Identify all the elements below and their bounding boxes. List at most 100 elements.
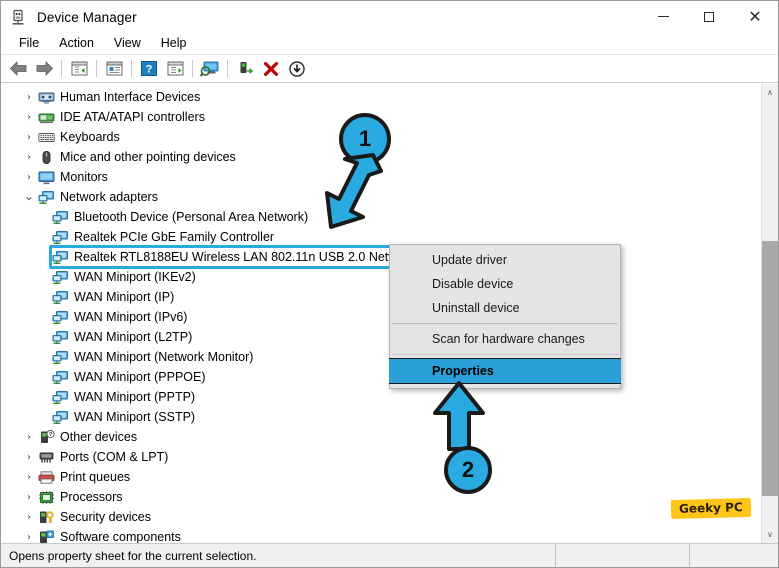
close-button[interactable]: ✕ bbox=[732, 1, 778, 33]
ctx-scan-hardware[interactable]: Scan for hardware changes bbox=[390, 327, 620, 351]
tree-row-label: Software components bbox=[60, 530, 181, 543]
forward-icon[interactable] bbox=[31, 57, 57, 81]
scroll-down-icon[interactable]: ∨ bbox=[762, 526, 778, 543]
window-title: Device Manager bbox=[37, 9, 137, 25]
minimize-button[interactable] bbox=[640, 1, 686, 33]
status-bar: Opens property sheet for the current sel… bbox=[1, 543, 778, 567]
menu-bar: File Action View Help bbox=[1, 33, 778, 55]
tree-row[interactable]: › Security devices bbox=[1, 507, 761, 527]
tree-row-label: WAN Miniport (PPTP) bbox=[74, 390, 196, 404]
tree-row-label: Network adapters bbox=[60, 190, 158, 204]
scan-hardware-icon[interactable] bbox=[197, 57, 223, 81]
help-icon[interactable]: ? bbox=[136, 57, 162, 81]
chevron-right-icon[interactable]: › bbox=[21, 132, 37, 143]
network-adapter-icon bbox=[51, 389, 69, 405]
scrollbar-track[interactable] bbox=[762, 101, 778, 526]
tree-row[interactable]: WAN Miniport (IPv6) bbox=[1, 307, 761, 327]
tree-row[interactable]: ›? Other devices bbox=[1, 427, 761, 447]
maximize-button[interactable] bbox=[686, 1, 732, 33]
device-manager-icon bbox=[11, 9, 28, 26]
network-adapter-icon bbox=[51, 329, 69, 345]
tree-row[interactable]: WAN Miniport (PPTP) bbox=[1, 387, 761, 407]
tree-row[interactable]: Realtek RTL8188EU Wireless LAN 802.11n U… bbox=[1, 247, 761, 267]
network-adapter-icon bbox=[51, 369, 69, 385]
install-legacy-icon[interactable] bbox=[284, 57, 310, 81]
context-menu-separator bbox=[392, 354, 618, 355]
tree-row-label: Keyboards bbox=[60, 130, 120, 144]
chevron-right-icon[interactable]: › bbox=[21, 92, 37, 103]
tree-row[interactable]: › Print queues bbox=[1, 467, 761, 487]
scroll-up-icon[interactable]: ∧ bbox=[762, 84, 778, 101]
tree-row-label: WAN Miniport (L2TP) bbox=[74, 330, 193, 344]
network-adapter-icon bbox=[51, 289, 69, 305]
tree-row-label: WAN Miniport (SSTP) bbox=[74, 410, 196, 424]
network-adapter-icon bbox=[51, 349, 69, 365]
toolbar: ? bbox=[1, 55, 778, 83]
tree-row-label: IDE ATA/ATAPI controllers bbox=[60, 110, 205, 124]
vertical-scrollbar[interactable]: ∧ ∨ bbox=[761, 84, 778, 543]
scrollbar-thumb[interactable] bbox=[762, 241, 778, 496]
tree-row[interactable]: WAN Miniport (Network Monitor) bbox=[1, 347, 761, 367]
tree-row-label: Mice and other pointing devices bbox=[60, 150, 236, 164]
chevron-right-icon[interactable]: › bbox=[21, 532, 37, 543]
hid-icon bbox=[37, 89, 55, 105]
network-adapter-icon bbox=[51, 409, 69, 425]
network-adapter-icon bbox=[51, 229, 69, 245]
tree-row[interactable]: › Processors bbox=[1, 487, 761, 507]
properties-icon[interactable] bbox=[101, 57, 127, 81]
svg-text:?: ? bbox=[146, 64, 153, 76]
chevron-right-icon[interactable]: › bbox=[21, 452, 37, 463]
ctx-uninstall-device[interactable]: Uninstall device bbox=[390, 296, 620, 320]
tree-row[interactable]: WAN Miniport (L2TP) bbox=[1, 327, 761, 347]
chevron-right-icon[interactable]: › bbox=[21, 172, 37, 183]
tree-row-label: Other devices bbox=[60, 430, 138, 444]
chevron-right-icon[interactable]: › bbox=[21, 112, 37, 123]
toolbar-separator bbox=[96, 60, 97, 77]
toolbar-separator bbox=[192, 60, 193, 77]
network-adapter-icon bbox=[51, 249, 69, 265]
tree-row-label: WAN Miniport (IKEv2) bbox=[74, 270, 196, 284]
uninstall-device-icon[interactable] bbox=[258, 57, 284, 81]
update-driver-icon[interactable] bbox=[162, 57, 188, 81]
tree-row[interactable]: › Software components bbox=[1, 527, 761, 543]
chevron-right-icon[interactable]: › bbox=[21, 432, 37, 443]
tree-row-label: Monitors bbox=[60, 170, 108, 184]
ctx-disable-device[interactable]: Disable device bbox=[390, 272, 620, 296]
menu-help[interactable]: Help bbox=[151, 34, 197, 53]
tree-row-label: Security devices bbox=[60, 510, 152, 524]
tree-row[interactable]: › Human Interface Devices bbox=[1, 87, 761, 107]
ctx-update-driver[interactable]: Update driver bbox=[390, 248, 620, 272]
watermark: Geeky PC bbox=[670, 497, 751, 520]
chevron-right-icon[interactable]: › bbox=[21, 512, 37, 523]
tree-row-label: Realtek PCIe GbE Family Controller bbox=[74, 230, 275, 244]
tree-row[interactable]: › Ports (COM & LPT) bbox=[1, 447, 761, 467]
menu-action[interactable]: Action bbox=[49, 34, 104, 53]
chevron-right-icon[interactable]: › bbox=[21, 152, 37, 163]
chevron-right-icon[interactable]: › bbox=[21, 492, 37, 503]
annotation-step-2-circle: 2 bbox=[444, 446, 492, 494]
tree-row[interactable]: WAN Miniport (IP) bbox=[1, 287, 761, 307]
enable-device-icon[interactable] bbox=[232, 57, 258, 81]
tree-row[interactable]: WAN Miniport (PPPOE) bbox=[1, 367, 761, 387]
security-device-icon bbox=[37, 509, 55, 525]
ctx-properties[interactable]: Properties bbox=[389, 358, 621, 384]
back-icon[interactable] bbox=[5, 57, 31, 81]
tree-row[interactable]: WAN Miniport (IKEv2) bbox=[1, 267, 761, 287]
toolbar-separator bbox=[61, 60, 62, 77]
annotation-arrow-2 bbox=[429, 379, 489, 453]
menu-file[interactable]: File bbox=[9, 34, 49, 53]
close-icon: ✕ bbox=[748, 7, 762, 26]
tree-row[interactable]: WAN Miniport (SSTP) bbox=[1, 407, 761, 427]
other-devices-icon: ? bbox=[37, 429, 55, 445]
mouse-icon bbox=[37, 149, 55, 165]
chevron-down-icon[interactable]: ⌄ bbox=[21, 189, 37, 203]
software-component-icon bbox=[37, 529, 55, 543]
menu-view[interactable]: View bbox=[104, 34, 151, 53]
printer-icon bbox=[37, 469, 55, 485]
show-hide-tree-icon[interactable] bbox=[66, 57, 92, 81]
device-manager-window: Device Manager ✕ File Action View Help ?… bbox=[0, 0, 779, 568]
network-adapter-icon bbox=[37, 189, 55, 205]
ide-controller-icon bbox=[37, 109, 55, 125]
chevron-right-icon[interactable]: › bbox=[21, 472, 37, 483]
tree-row-label: WAN Miniport (IPv6) bbox=[74, 310, 188, 324]
